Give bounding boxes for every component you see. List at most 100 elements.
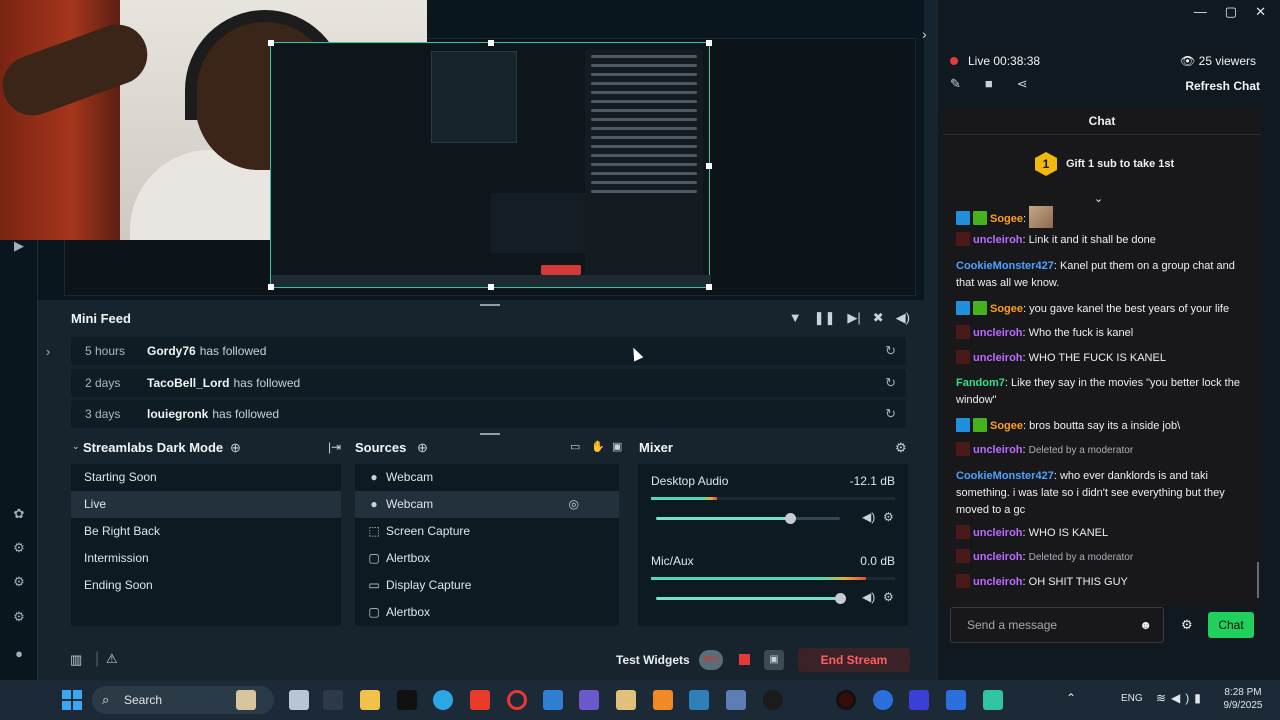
emote-icon[interactable]: ☻ [1139,618,1152,632]
opera-icon[interactable] [507,690,527,710]
settings-icon[interactable]: ⚙ [11,609,27,625]
chat-username[interactable]: uncleiroh [973,444,1023,456]
clock[interactable]: 8:28 PM 9/9/2025 [1221,686,1265,712]
pause-icon[interactable]: ❚❚ [814,310,836,326]
chat-username[interactable]: Fandom7 [956,377,1005,389]
gift-sub-banner[interactable]: Gift 1 sub to take 1st [1066,158,1174,170]
scene-item[interactable]: Be Right Back [71,518,341,545]
taskbar-app-icon[interactable] [873,690,893,710]
taskbar-app-icon[interactable] [946,690,966,710]
mixer-settings-icon[interactable]: ⚙ [895,440,907,456]
share-icon[interactable]: ⋖ [1017,76,1028,92]
chat-username[interactable]: Sogee [990,420,1023,432]
replay-icon[interactable]: ↻ [885,406,896,422]
taskbar-app-icon[interactable] [236,690,256,710]
channel-settings-icon[interactable]: ⚙ [883,510,894,524]
source-item-active[interactable]: ● Webcam ◎ [355,491,619,518]
theme-icon[interactable]: ✿ [11,506,27,522]
resize-handle[interactable] [706,40,712,46]
video-icon[interactable]: ■ [985,76,993,92]
taskbar-app-icon[interactable] [726,690,746,710]
volume-icon[interactable]: ◀) [896,310,910,326]
record-button[interactable]: REC [699,650,723,670]
chat-send-button[interactable]: Chat [1208,612,1254,638]
taskbar-app-icon[interactable] [543,690,563,710]
resize-handle[interactable] [706,163,712,169]
add-source-icon[interactable]: ⊕ [417,440,428,456]
chat-username[interactable]: uncleiroh [973,327,1023,339]
integrations-icon[interactable]: ⚙ [11,540,27,556]
chat-username[interactable]: Sogee [990,213,1023,225]
slider-knob[interactable] [835,593,846,604]
language-indicator[interactable]: ENG [1121,693,1143,704]
obs-icon[interactable] [836,690,856,710]
chat-settings-icon[interactable]: ⚙ [1181,617,1193,633]
stop-replay-button[interactable] [739,654,750,665]
taskbar-app-icon[interactable] [579,690,599,710]
slider-knob[interactable] [785,513,796,524]
scene-collection-title[interactable]: Streamlabs Dark Mode [83,440,223,455]
taskbar-app-icon[interactable] [397,690,417,710]
display-capture-source[interactable] [268,40,712,290]
performance-icon[interactable]: ▥ [70,652,82,668]
edit-stream-icon[interactable]: ✎ [950,76,961,92]
channel-settings-icon[interactable]: ⚙ [883,590,894,604]
taskbar-app-icon[interactable] [689,690,709,710]
maximize-icon[interactable]: ▢ [1225,4,1237,20]
source-item[interactable]: ● Webcam [355,464,619,491]
chat-scrollbar[interactable] [1257,562,1259,598]
windows-start-icon[interactable] [62,690,82,710]
chevron-up-icon[interactable]: ⌃ [1066,691,1076,705]
system-tray[interactable]: ≋◀)▮ [1156,691,1206,705]
filter-icon[interactable]: ▼ [789,310,802,326]
mute-alerts-icon[interactable]: ✖ [873,310,884,326]
volume-slider[interactable] [656,513,840,524]
replay-icon[interactable]: ↻ [885,375,896,391]
save-replay-icon[interactable]: ▣ [764,650,784,670]
chat-username[interactable]: CookieMonster427 [956,470,1054,482]
resize-handle[interactable] [706,284,712,290]
taskbar-app-icon[interactable] [763,690,783,710]
taskbar-app-icon[interactable] [616,690,636,710]
end-stream-button[interactable]: End Stream [798,648,910,672]
profile-icon[interactable]: ● [11,646,27,662]
scene-item-active[interactable]: Live [71,491,341,518]
edge-icon[interactable] [433,690,453,710]
source-item[interactable]: ▭ Display Capture [355,572,619,599]
resize-handle[interactable] [268,40,274,46]
add-scene-icon[interactable]: ⊕ [230,440,241,456]
folder-icon[interactable]: ▣ [612,440,622,453]
expand-feed-icon[interactable]: › [40,344,56,360]
chat-username[interactable]: uncleiroh [973,352,1023,364]
replay-icon[interactable]: ↻ [885,343,896,359]
task-view-icon[interactable] [289,690,309,710]
file-explorer-icon[interactable] [360,690,380,710]
taskbar-app-icon[interactable] [909,690,929,710]
source-item[interactable]: ⬚ Screen Capture [355,518,619,545]
scene-transition-icon[interactable]: |⇥ [328,440,341,454]
chat-username[interactable]: uncleiroh [973,527,1023,539]
apps-icon[interactable]: ⚙ [11,574,27,590]
streamlabs-icon[interactable] [983,690,1003,710]
resize-handle[interactable] [488,284,494,290]
resize-grip[interactable] [480,304,500,306]
notifications-warning-icon[interactable]: ⚠ [106,651,118,667]
volume-slider[interactable] [656,593,846,604]
source-item[interactable]: ▢ Alertbox [355,545,619,572]
refresh-chat-button[interactable]: Refresh Chat [1185,79,1260,93]
chevron-down-icon[interactable]: ⌄ [1094,192,1103,205]
speaker-icon[interactable]: ◀) [862,590,875,604]
group-icon[interactable]: ▭ [570,440,580,453]
chat-username[interactable]: uncleiroh [973,551,1023,563]
source-item[interactable]: ▢ Alertbox [355,599,619,626]
scene-item[interactable]: Ending Soon [71,572,341,599]
resize-grip[interactable] [480,433,500,435]
scene-item[interactable]: Starting Soon [71,464,341,491]
close-icon[interactable]: ✕ [1255,4,1266,20]
collapse-chat-icon[interactable]: › [922,26,927,42]
test-widgets-button[interactable]: Test Widgets [616,653,690,667]
chevron-down-icon[interactable]: ⌄ [72,441,80,452]
taskbar-app-icon[interactable] [470,690,490,710]
chat-username[interactable]: uncleiroh [973,234,1023,246]
remove-source-icon[interactable]: ✋ [591,440,605,453]
